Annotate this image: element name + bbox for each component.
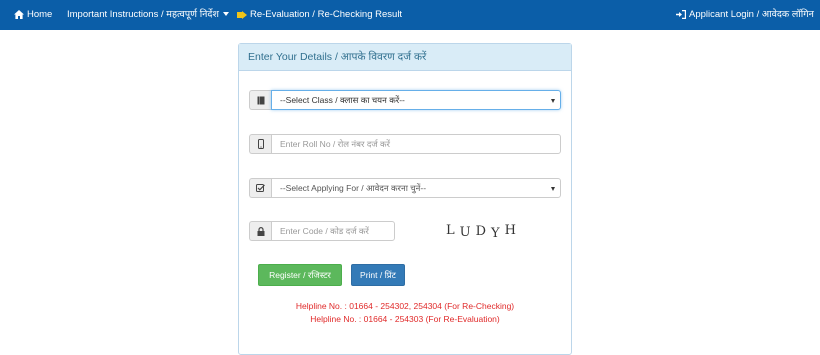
login-icon (676, 10, 686, 19)
book-icon (257, 96, 264, 104)
class-addon (249, 90, 271, 110)
lock-icon (257, 226, 264, 236)
select-arrow-icon (551, 187, 555, 191)
captcha-image: LUDYH (446, 223, 521, 241)
code-placeholder: Enter Code / कोड दर्ज करें (280, 226, 369, 236)
class-select[interactable]: --Select Class / क्लास का चयन करें-- (271, 90, 561, 110)
captcha-char: Y (491, 226, 505, 241)
code-addon (249, 221, 271, 241)
roll-number-input[interactable]: Enter Roll No / रोल नंबर दर्ज करें (271, 134, 561, 154)
nav-home-link[interactable]: Home (14, 0, 52, 30)
roll-number-placeholder: Enter Roll No / रोल नंबर दर्ज करें (280, 139, 391, 149)
class-select-value: --Select Class / क्लास का चयन करें-- (280, 95, 405, 105)
helpline-rechecking: Helpline No. : 01664 - 254302, 254304 (F… (295, 301, 515, 311)
roll-row: Enter Roll No / रोल नंबर दर्ज करें (249, 134, 561, 154)
captcha-char: D (475, 224, 492, 239)
nav-instructions-label: Important Instructions / महत्वपूर्ण निर्… (67, 9, 219, 20)
nav-home-label: Home (27, 9, 53, 20)
nav-login-label: Applicant Login / आवेदक लॉगिन (689, 9, 814, 20)
code-input[interactable]: Enter Code / कोड दर्ज करें (271, 221, 395, 241)
select-arrow-icon (551, 99, 555, 103)
nav-reevaluation-label: Re-Evaluation / Re-Checking Result (250, 9, 403, 20)
applying-for-select[interactable]: --Select Applying For / आवेदन करना चुनें… (271, 178, 561, 198)
captcha-char: U (459, 225, 476, 240)
helpline-reevaluation: Helpline No. : 01664 - 254303 (For Re-Ev… (310, 314, 500, 324)
roll-addon (249, 134, 271, 154)
print-button[interactable]: Print / प्रिंट (351, 264, 405, 286)
caret-down-icon (222, 12, 229, 16)
class-row: --Select Class / क्लास का चयन करें-- (249, 90, 561, 110)
details-form-panel: Enter Your Details / आपके विवरण दर्ज करे… (238, 43, 572, 355)
applying-row: --Select Applying For / आवेदन करना चुनें… (249, 178, 561, 198)
captcha-char: L (446, 223, 460, 238)
nav-login-link[interactable]: Applicant Login / आवेदक लॉगिन (676, 0, 814, 30)
nav-instructions-dropdown[interactable]: Important Instructions / महत्वपूर्ण निर्… (67, 0, 229, 30)
check-square-icon (256, 183, 265, 192)
register-button[interactable]: Register / रजिस्टर (258, 264, 342, 286)
applying-addon (249, 178, 271, 198)
applying-for-value: --Select Applying For / आवेदन करना चुनें… (280, 183, 427, 193)
mobile-icon (257, 139, 264, 149)
nav-reevaluation-link[interactable]: Re-Evaluation / Re-Checking Result (237, 0, 402, 30)
arrow-bullet-icon (237, 11, 247, 19)
captcha-char: H (504, 223, 521, 238)
top-navbar: Home Important Instructions / महत्वपूर्ण… (0, 0, 820, 30)
code-row: Enter Code / कोड दर्ज करें (249, 221, 397, 241)
home-icon (14, 10, 24, 19)
panel-heading: Enter Your Details / आपके विवरण दर्ज करे… (239, 44, 571, 71)
